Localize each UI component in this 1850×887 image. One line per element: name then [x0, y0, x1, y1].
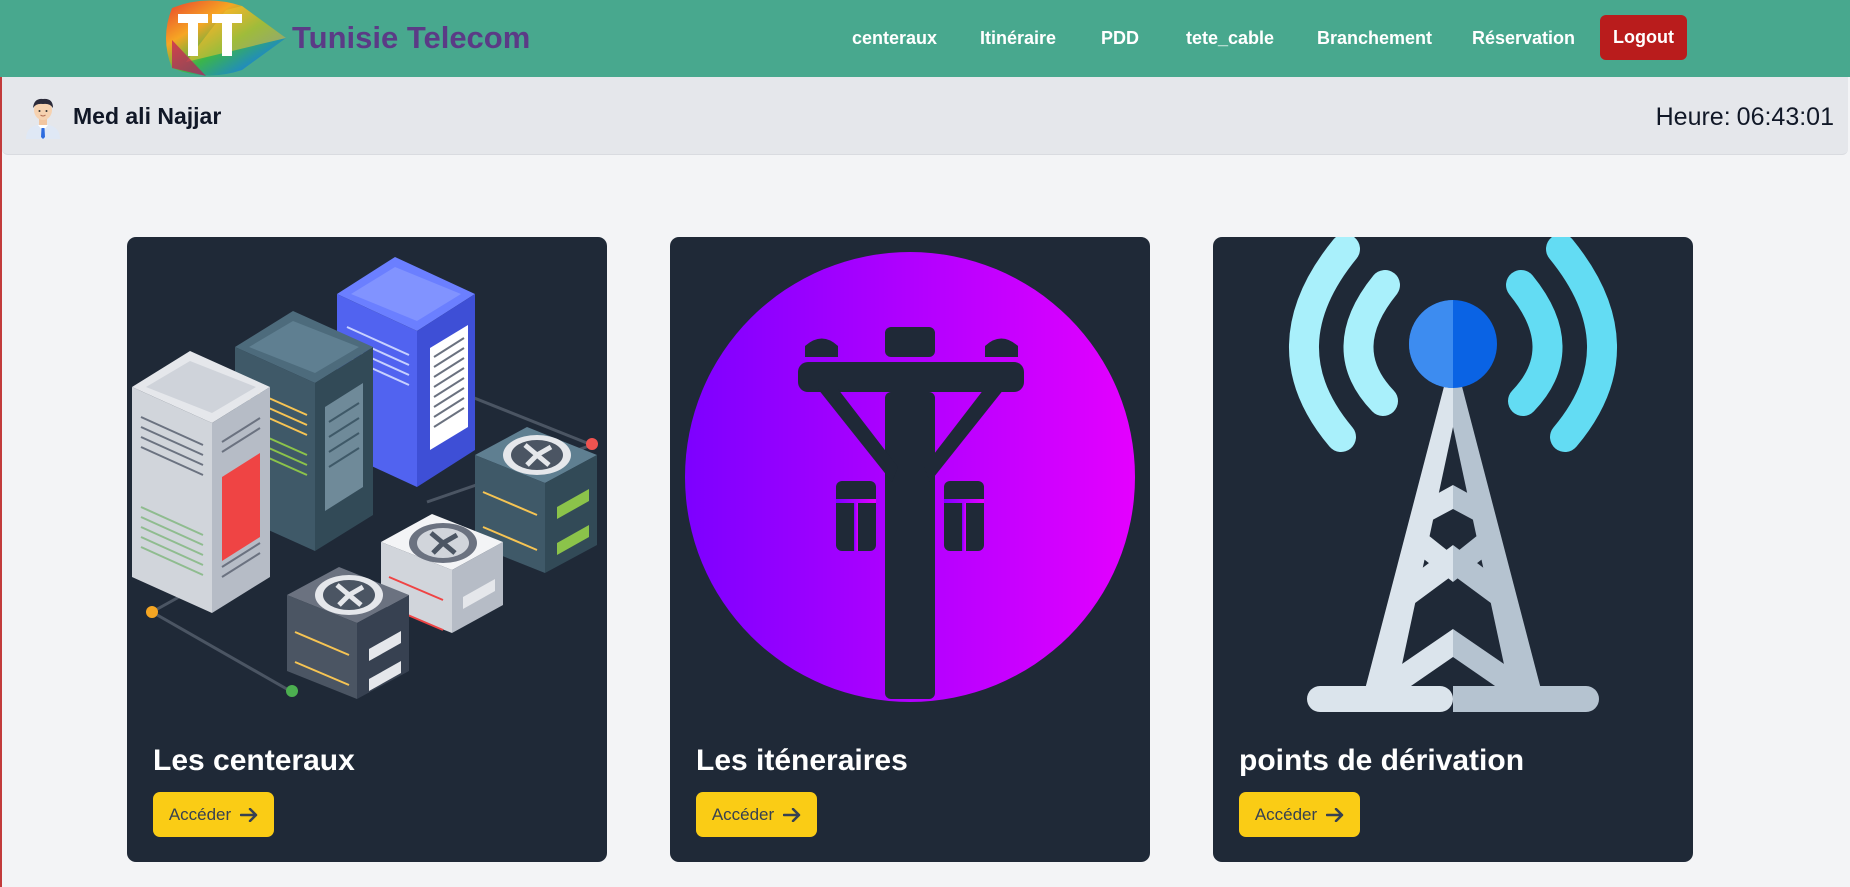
card-centeraux: Les centeraux Accéder: [127, 237, 607, 862]
card-itineraires: Les iténeraires Accéder: [670, 237, 1150, 862]
card-title: points de dérivation: [1239, 744, 1525, 777]
card-title: Les centeraux: [153, 744, 355, 777]
tt-logo-icon: [166, 0, 286, 76]
acceder-label: Accéder: [711, 804, 775, 824]
user-avatar-icon: [26, 98, 60, 139]
acceder-button[interactable]: Accéder: [696, 792, 817, 837]
arrow-right-icon: [783, 807, 801, 822]
top-navbar: Tunisie Telecom centeraux Itinéraire PDD…: [0, 0, 1850, 77]
page-edge: [0, 77, 2, 887]
nav-pdd[interactable]: PDD: [1101, 28, 1139, 49]
card-points-derivation: points de dérivation Accéder: [1213, 237, 1693, 862]
user-name: Med ali Najjar: [73, 103, 222, 129]
clock-time: 06:43:01: [1736, 103, 1834, 131]
arrow-right-icon: [240, 807, 258, 822]
acceder-button[interactable]: Accéder: [1239, 792, 1360, 837]
nav-tete-cable[interactable]: tete_cable: [1186, 28, 1274, 49]
nav-itineraire[interactable]: Itinéraire: [980, 28, 1056, 49]
server-rack-illustration: [132, 257, 598, 699]
clock-label: Heure:: [1655, 103, 1731, 131]
acceder-label: Accéder: [168, 804, 232, 824]
user-bar: Med ali Najjar Heure: 06:43:01: [2, 77, 1848, 155]
nav-branchement[interactable]: Branchement: [1317, 28, 1432, 49]
card-title: Les iténeraires: [696, 744, 908, 777]
acceder-button[interactable]: Accéder: [153, 792, 274, 837]
clock: Heure: 06:43:01: [1656, 103, 1834, 132]
acceder-label: Accéder: [1254, 804, 1318, 824]
nav-centeraux[interactable]: centeraux: [852, 28, 937, 49]
utility-pole-icon: [685, 252, 1135, 702]
nav-reservation[interactable]: Réservation: [1472, 28, 1575, 49]
logout-button[interactable]: Logout: [1600, 15, 1687, 60]
brand-name: Tunisie Telecom: [292, 20, 531, 55]
antenna-tower-icon: [1289, 237, 1617, 712]
arrow-right-icon: [1326, 807, 1344, 822]
